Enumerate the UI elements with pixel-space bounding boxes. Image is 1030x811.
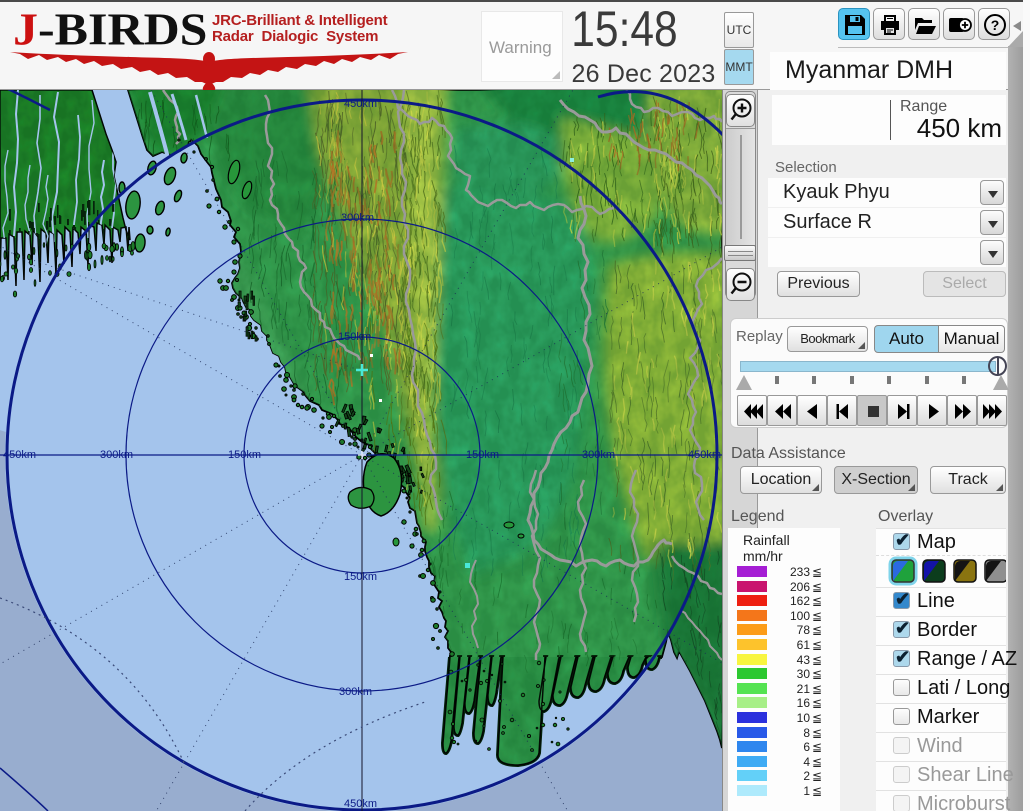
svg-text:150km: 150km xyxy=(338,331,371,343)
svg-text:150km: 150km xyxy=(466,449,499,461)
svg-text:150km: 150km xyxy=(228,449,261,461)
svg-text:?: ? xyxy=(991,17,1000,33)
svg-text:450km: 450km xyxy=(3,449,36,461)
svg-text:300km: 300km xyxy=(100,449,133,461)
svg-text:150km: 150km xyxy=(344,571,377,583)
svg-text:300km: 300km xyxy=(341,212,374,224)
svg-text:450km: 450km xyxy=(344,98,377,110)
svg-text:300km: 300km xyxy=(339,686,372,698)
svg-text:450km: 450km xyxy=(688,449,721,461)
svg-text:300km: 300km xyxy=(582,449,615,461)
svg-text:450km: 450km xyxy=(344,798,377,810)
